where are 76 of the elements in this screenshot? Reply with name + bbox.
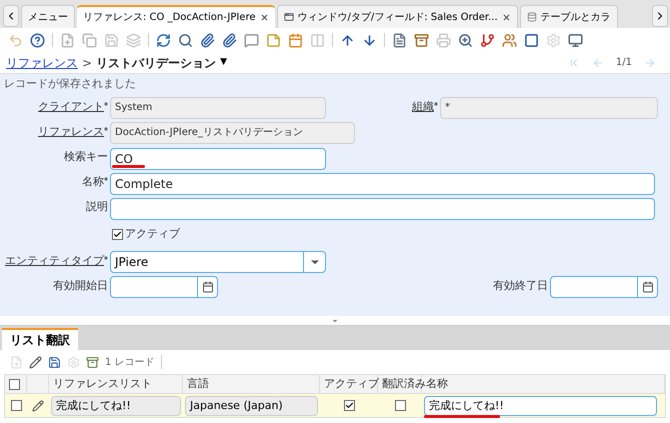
column-header[interactable]: 翻訳済み xyxy=(382,376,426,392)
window-tab[interactable]: ウィンドウ/タブ/フィールド: Sales Order... xyxy=(276,5,518,28)
archive-icon[interactable] xyxy=(414,32,429,48)
field-label: リファレンス xyxy=(38,124,104,140)
page-counter: 1/1 xyxy=(616,56,632,70)
read-only-field: DocAction-JPIere_リストバリデーション xyxy=(110,122,355,144)
text-field[interactable]: CO xyxy=(110,148,326,170)
column-header[interactable]: アクティブ xyxy=(324,376,379,392)
select-all-checkbox[interactable] xyxy=(9,378,20,390)
field-label: クライアント xyxy=(38,99,104,116)
save-icon[interactable] xyxy=(48,356,61,368)
read-only-field: System xyxy=(110,96,326,118)
dropdown-field[interactable]: JPiere xyxy=(110,250,326,272)
calendar-icon xyxy=(202,280,214,292)
required-icon xyxy=(104,102,108,106)
required-icon xyxy=(104,126,108,130)
attachment-plus-icon[interactable] xyxy=(222,32,237,48)
archive-icon[interactable] xyxy=(86,356,99,368)
window-tab[interactable]: リファレンス: CO _DocAction-JPIere xyxy=(77,5,275,28)
column-header[interactable]: 名称 xyxy=(426,376,448,392)
refresh-icon[interactable] xyxy=(156,32,171,48)
edit-row-icon[interactable] xyxy=(32,400,44,412)
text-field[interactable]: Complete xyxy=(110,172,655,194)
breadcrumb-menu-button[interactable]: ▼ xyxy=(220,56,227,70)
checkbox[interactable] xyxy=(112,229,123,240)
edit-icon[interactable] xyxy=(29,356,42,368)
translated-checkbox[interactable] xyxy=(394,400,406,411)
calendar-icon xyxy=(642,280,654,292)
help-icon[interactable] xyxy=(30,32,45,48)
workflow-icon[interactable] xyxy=(480,32,495,48)
field-label: 名称 xyxy=(82,174,104,190)
field-label: 組織 xyxy=(412,99,434,116)
field-label: 有効開始日 xyxy=(53,278,108,294)
zoom-icon[interactable] xyxy=(458,32,473,48)
required-icon xyxy=(434,102,438,106)
database-icon xyxy=(526,12,537,22)
required-icon xyxy=(104,256,108,260)
close-icon[interactable] xyxy=(502,12,511,22)
breadcrumb-separator: > xyxy=(82,54,92,72)
close-icon[interactable] xyxy=(260,13,269,22)
users-icon[interactable] xyxy=(502,32,517,48)
window-tab[interactable]: テーブルとカラ xyxy=(520,5,618,28)
window-icon xyxy=(284,12,294,22)
scroll-right-button[interactable] xyxy=(652,5,668,27)
column-header[interactable]: 言語 xyxy=(187,376,209,392)
monitor-icon[interactable] xyxy=(568,32,583,48)
status-message: レコードが保存されました xyxy=(4,76,137,92)
row-checkbox[interactable] xyxy=(10,400,22,411)
text-field[interactable] xyxy=(110,198,655,220)
field-label: 検索キー xyxy=(64,149,108,166)
chat-icon[interactable] xyxy=(244,32,259,48)
active-checkbox[interactable] xyxy=(344,400,354,411)
read-only-cell: Japanese (Japan) xyxy=(185,396,318,416)
checkbox-label: アクティブ xyxy=(125,226,180,242)
report-icon[interactable] xyxy=(392,32,407,48)
breadcrumb-link[interactable]: リファレンス xyxy=(6,54,78,72)
read-only-field: * xyxy=(440,96,658,118)
date-field[interactable] xyxy=(110,276,218,298)
arrow-down-icon[interactable] xyxy=(362,32,377,48)
calendar-icon[interactable] xyxy=(288,32,303,48)
field-label: エンティティタイプ xyxy=(5,253,104,270)
search-icon[interactable] xyxy=(178,32,193,48)
date-field[interactable] xyxy=(550,276,658,298)
record-count: 1 レコード xyxy=(105,356,155,370)
field-label: 有効終了日 xyxy=(493,278,548,294)
window-tab[interactable]: メニュー xyxy=(21,5,75,28)
name-field[interactable]: 完成にしてね!! xyxy=(424,396,657,416)
attachment-icon[interactable] xyxy=(200,32,215,48)
column-header[interactable]: リファレンスリスト xyxy=(53,376,152,392)
product-icon[interactable] xyxy=(524,32,539,48)
field-label: 説明 xyxy=(86,199,108,216)
detail-tab[interactable]: リスト翻訳 xyxy=(2,328,78,350)
read-only-cell: 完成にしてね!! xyxy=(51,396,181,416)
scroll-left-button[interactable] xyxy=(3,5,19,27)
breadcrumb-current: リストバリデーション xyxy=(96,54,216,72)
required-icon xyxy=(104,176,108,180)
